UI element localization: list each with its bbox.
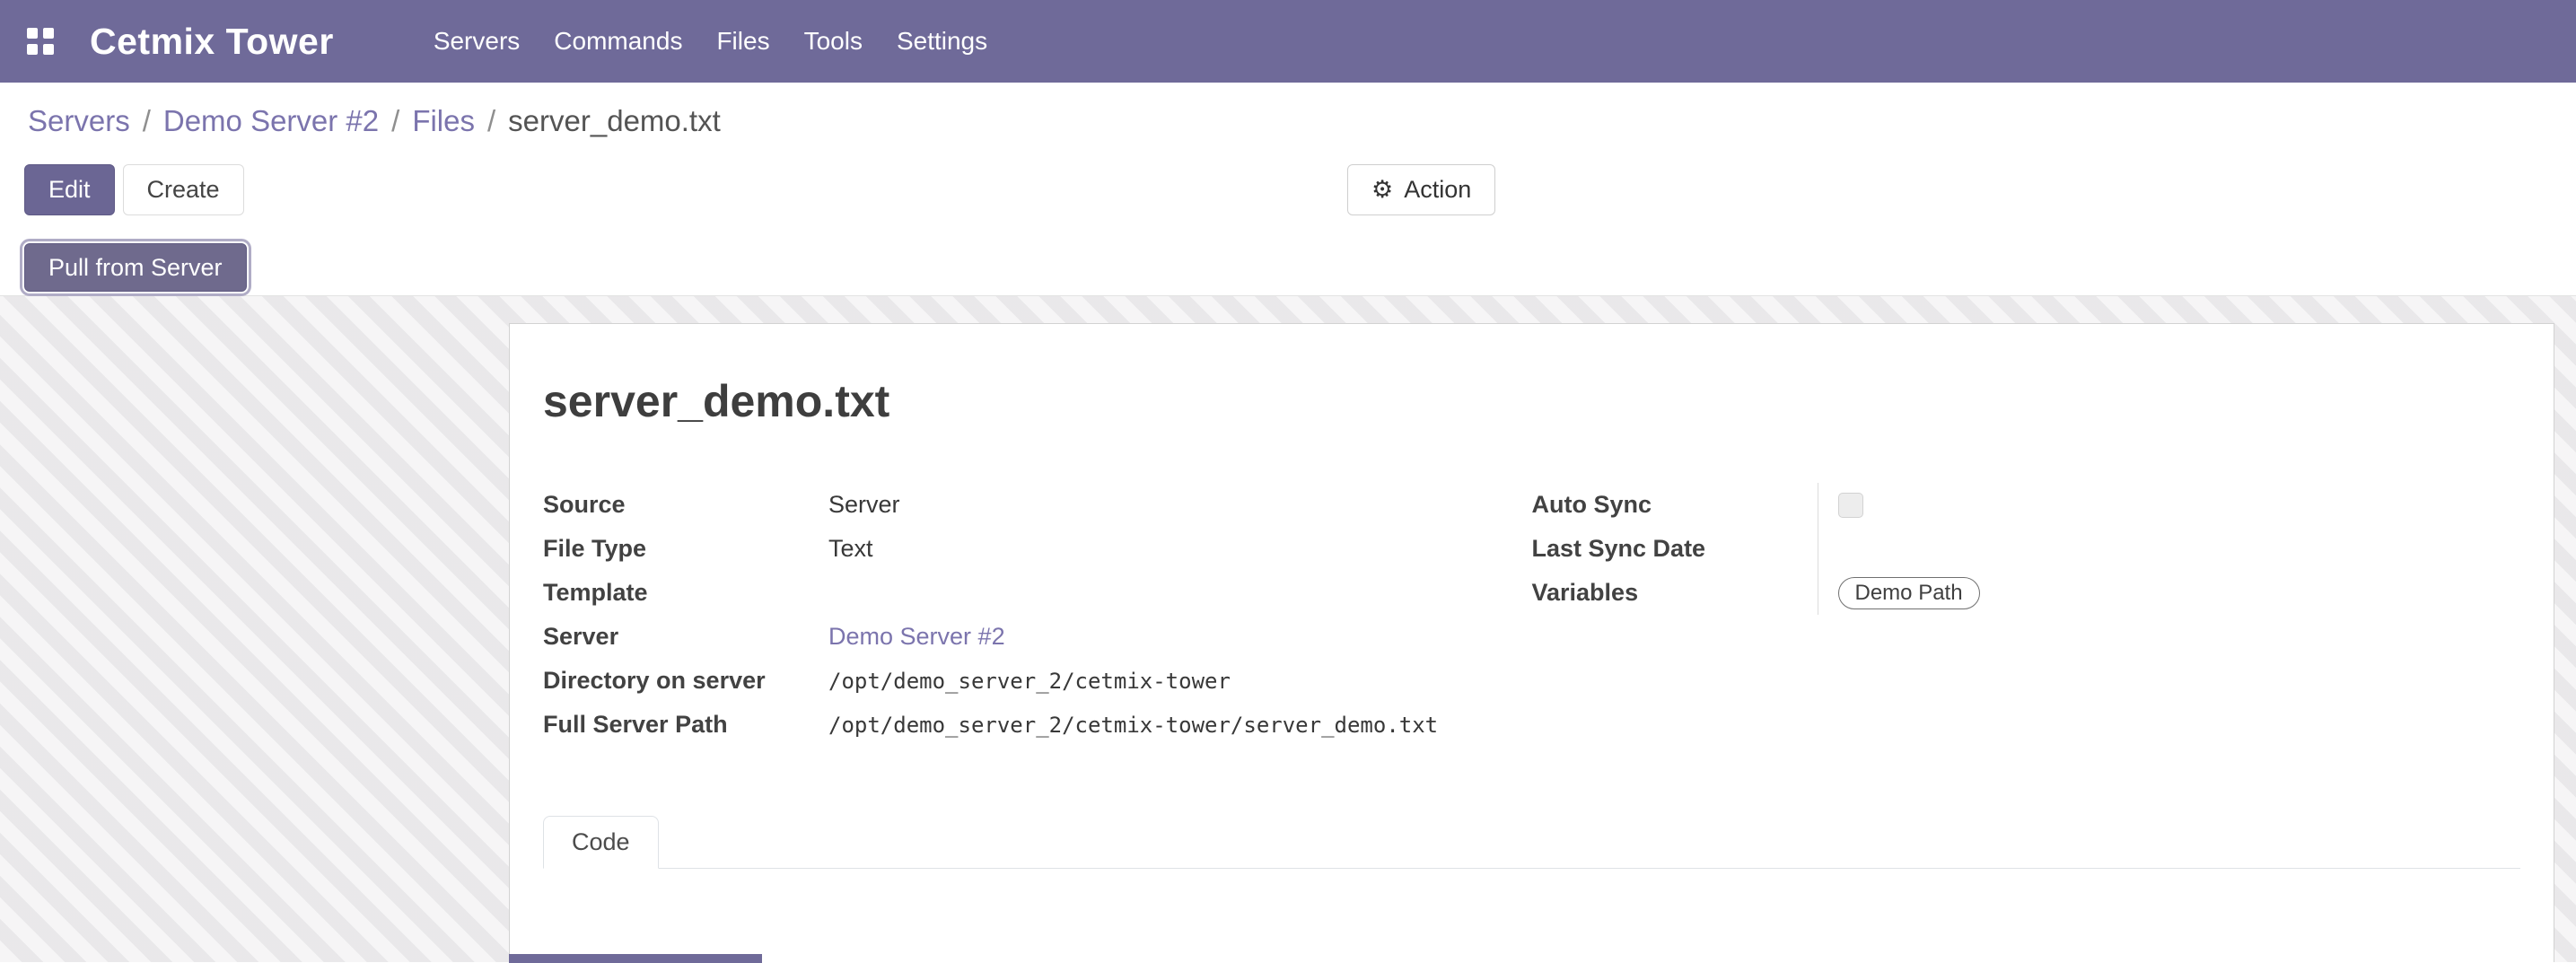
- breadcrumb-link-demo-server[interactable]: Demo Server #2: [163, 104, 379, 138]
- header-buttons-row: Pull from Server: [24, 243, 2576, 297]
- action-menu-label: Action: [1404, 176, 1471, 204]
- field-row-directory: Directory on server /opt/demo_server_2/c…: [543, 659, 1532, 703]
- field-label: Last Sync Date: [1532, 534, 1818, 565]
- field-row-template: Template: [543, 571, 1532, 615]
- field-groups: Source Server File Type Text Template Se…: [543, 483, 2520, 747]
- gear-icon: ⚙: [1371, 178, 1393, 202]
- menu-servers[interactable]: Servers: [416, 14, 537, 68]
- breadcrumb-link-servers[interactable]: Servers: [28, 104, 130, 138]
- edit-button[interactable]: Edit: [24, 164, 115, 215]
- apps-grid-square: [27, 28, 38, 39]
- content-area: server_demo.txt Source Server File Type …: [0, 296, 2576, 962]
- field-group-right: Auto Sync Last Sync Date Variables Demo …: [1532, 483, 2521, 747]
- breadcrumb-current: server_demo.txt: [508, 104, 721, 138]
- breadcrumb-link-files[interactable]: Files: [412, 104, 475, 138]
- field-value-full-path: /opt/demo_server_2/cetmix-tower/server_d…: [828, 713, 1532, 738]
- notebook-tab-bar: Code: [543, 815, 2520, 869]
- menu-settings[interactable]: Settings: [880, 14, 1004, 68]
- app-brand-title[interactable]: Cetmix Tower: [90, 21, 334, 63]
- top-navbar: Cetmix Tower Servers Commands Files Tool…: [0, 0, 2576, 83]
- action-menu-button[interactable]: ⚙ Action: [1347, 164, 1495, 215]
- apps-grid-icon[interactable]: [27, 28, 54, 55]
- apps-grid-square: [43, 28, 54, 39]
- create-button[interactable]: Create: [123, 164, 244, 215]
- apps-grid-square: [43, 44, 54, 55]
- field-label: Template: [543, 578, 828, 608]
- form-sheet: server_demo.txt Source Server File Type …: [509, 323, 2554, 962]
- field-value-file-type: Text: [828, 535, 1532, 563]
- field-label: Full Server Path: [543, 710, 828, 740]
- field-label: File Type: [543, 534, 828, 565]
- field-row-source: Source Server: [543, 483, 1532, 527]
- field-row-last-sync-date: Last Sync Date: [1532, 527, 2521, 571]
- breadcrumb-separator: /: [391, 104, 399, 138]
- menu-commands[interactable]: Commands: [537, 14, 699, 68]
- breadcrumb: Servers / Demo Server #2 / Files / serve…: [0, 83, 2576, 140]
- field-row-full-path: Full Server Path /opt/demo_server_2/cetm…: [543, 703, 1532, 747]
- field-group-left: Source Server File Type Text Template Se…: [543, 483, 1532, 747]
- pull-from-server-button[interactable]: Pull from Server: [24, 243, 247, 292]
- field-label: Source: [543, 490, 828, 521]
- control-panel: Servers / Demo Server #2 / Files / serve…: [0, 83, 2576, 296]
- field-label: Variables: [1532, 578, 1818, 608]
- server-link[interactable]: Demo Server #2: [828, 623, 1005, 650]
- field-value-source: Server: [828, 491, 1532, 519]
- field-row-variables: Variables Demo Path: [1532, 571, 2521, 615]
- field-row-file-type: File Type Text: [543, 527, 1532, 571]
- breadcrumb-separator: /: [143, 104, 151, 138]
- apps-grid-square: [27, 44, 38, 55]
- field-label: Directory on server: [543, 666, 828, 696]
- record-title: server_demo.txt: [543, 375, 2520, 427]
- tab-code[interactable]: Code: [543, 816, 659, 869]
- breadcrumb-separator: /: [487, 104, 495, 138]
- auto-sync-checkbox[interactable]: [1838, 493, 1863, 518]
- field-label: Server: [543, 622, 828, 652]
- variable-tag: Demo Path: [1838, 577, 1980, 609]
- field-row-auto-sync: Auto Sync: [1532, 483, 2521, 527]
- form-buttons-row: Edit Create: [24, 164, 2576, 215]
- field-row-server: Server Demo Server #2: [543, 615, 1532, 659]
- field-label: Auto Sync: [1532, 490, 1818, 521]
- field-value-directory: /opt/demo_server_2/cetmix-tower: [828, 669, 1532, 694]
- menu-files[interactable]: Files: [699, 14, 786, 68]
- menu-tools[interactable]: Tools: [787, 14, 880, 68]
- main-menu: Servers Commands Files Tools Settings: [416, 14, 1004, 68]
